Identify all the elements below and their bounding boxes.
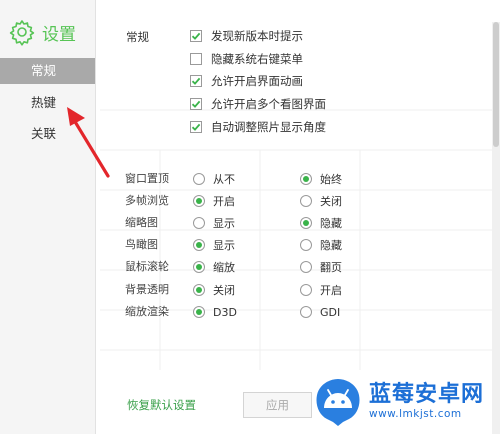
option-label-thumbnail: 缩略图 bbox=[125, 216, 158, 229]
radio-indicator[interactable] bbox=[193, 239, 205, 251]
radio-indicator[interactable] bbox=[193, 173, 205, 185]
radio-label: 隐藏 bbox=[320, 217, 342, 230]
checkbox-label: 隐藏系统右键菜单 bbox=[211, 52, 303, 66]
radio-label: 始终 bbox=[320, 173, 342, 186]
radio-indicator[interactable] bbox=[300, 261, 312, 273]
radio-label: 显示 bbox=[213, 217, 235, 230]
radio-label: 缩放 bbox=[213, 261, 235, 274]
sidebar-item-label: 热键 bbox=[31, 95, 57, 110]
radio-bg-transparent-off[interactable]: 关闭 bbox=[193, 281, 235, 299]
brand-name: 蓝莓安卓网 bbox=[369, 382, 485, 407]
radio-always-on-top-never[interactable]: 从不 bbox=[193, 170, 235, 188]
brand-watermark: 蓝莓安卓网 www.lmkjst.com bbox=[313, 375, 484, 427]
sidebar: 设置 常规 热键 关联 bbox=[0, 0, 96, 434]
radio-thumbnail-hide[interactable]: 隐藏 bbox=[300, 214, 342, 232]
radio-label: 关闭 bbox=[213, 284, 235, 297]
radio-indicator[interactable] bbox=[193, 261, 205, 273]
checkbox-box[interactable] bbox=[190, 98, 202, 110]
radio-zoom-render-d3d[interactable]: D3D bbox=[193, 303, 237, 321]
checkbox-auto-rotate[interactable]: 自动调整照片显示角度 bbox=[190, 118, 326, 136]
sidebar-item-general[interactable]: 常规 bbox=[0, 58, 95, 84]
radio-label: D3D bbox=[213, 305, 237, 319]
check-icon bbox=[191, 123, 201, 131]
radio-zoom-render-gdi[interactable]: GDI bbox=[300, 303, 340, 321]
radio-multi-frame-off[interactable]: 关闭 bbox=[300, 192, 342, 210]
checkbox-box[interactable] bbox=[190, 121, 202, 133]
radio-indicator[interactable] bbox=[300, 173, 312, 185]
radio-indicator[interactable] bbox=[193, 284, 205, 296]
check-icon bbox=[191, 77, 201, 85]
radio-indicator[interactable] bbox=[193, 195, 205, 207]
checkbox-label: 自动调整照片显示角度 bbox=[211, 120, 326, 134]
checkbox-label: 允许开启界面动画 bbox=[211, 74, 303, 88]
checkbox-hide-context-menu[interactable]: 隐藏系统右键菜单 bbox=[190, 50, 303, 68]
radio-label: 开启 bbox=[213, 195, 235, 208]
checkbox-box[interactable] bbox=[190, 75, 202, 87]
radio-label: 开启 bbox=[320, 284, 342, 297]
settings-title: 设置 bbox=[42, 24, 76, 45]
brand-url: www.lmkjst.com bbox=[369, 408, 462, 420]
sidebar-item-label: 常规 bbox=[31, 63, 57, 78]
radio-label: 翻页 bbox=[320, 261, 342, 274]
radio-indicator[interactable] bbox=[300, 239, 312, 251]
option-label-always-on-top: 窗口置顶 bbox=[125, 172, 169, 185]
check-icon bbox=[191, 100, 201, 108]
radio-bg-transparent-on[interactable]: 开启 bbox=[300, 281, 342, 299]
radio-always-on-top-always[interactable]: 始终 bbox=[300, 170, 342, 188]
radio-thumbnail-show[interactable]: 显示 bbox=[193, 214, 235, 232]
radio-birdseye-show[interactable]: 显示 bbox=[193, 236, 235, 254]
option-label-birdseye: 鸟瞰图 bbox=[125, 238, 158, 251]
scrollbar-thumb[interactable] bbox=[493, 22, 499, 147]
radio-indicator[interactable] bbox=[193, 217, 205, 229]
radio-label: 显示 bbox=[213, 239, 235, 252]
radio-indicator[interactable] bbox=[300, 195, 312, 207]
checkbox-multi-viewer[interactable]: 允许开启多个看图界面 bbox=[190, 95, 326, 113]
radio-indicator[interactable] bbox=[300, 306, 312, 318]
radio-indicator[interactable] bbox=[193, 306, 205, 318]
radio-mouse-wheel-zoom[interactable]: 缩放 bbox=[193, 258, 235, 276]
gear-icon bbox=[9, 20, 35, 46]
restore-defaults-link[interactable]: 恢复默认设置 bbox=[127, 397, 196, 413]
radio-label: 关闭 bbox=[320, 195, 342, 208]
brand-text: 蓝莓安卓网 www.lmkjst.com bbox=[369, 382, 484, 420]
radio-label: 从不 bbox=[213, 173, 235, 186]
option-label-multi-frame: 多帧浏览 bbox=[125, 194, 169, 207]
radio-indicator[interactable] bbox=[300, 217, 312, 229]
check-icon bbox=[191, 32, 201, 40]
checkbox-update-notify[interactable]: 发现新版本时提示 bbox=[190, 27, 303, 45]
vertical-scrollbar[interactable] bbox=[492, 22, 500, 434]
option-label-zoom-render: 缩放渲染 bbox=[125, 305, 169, 318]
option-label-mouse-wheel: 鼠标滚轮 bbox=[125, 260, 169, 273]
sidebar-item-label: 关联 bbox=[31, 126, 57, 141]
checkbox-label: 发现新版本时提示 bbox=[211, 29, 303, 43]
apply-button[interactable]: 应用 bbox=[243, 392, 312, 418]
option-label-bg-transparent: 背景透明 bbox=[125, 283, 169, 296]
radio-label: 隐藏 bbox=[320, 239, 342, 252]
checkbox-label: 允许开启多个看图界面 bbox=[211, 97, 326, 111]
settings-logo: 设置 bbox=[8, 18, 76, 46]
checkbox-ui-animation[interactable]: 允许开启界面动画 bbox=[190, 72, 303, 90]
radio-indicator[interactable] bbox=[300, 284, 312, 296]
radio-label: GDI bbox=[320, 305, 341, 319]
radio-mouse-wheel-page[interactable]: 翻页 bbox=[300, 258, 342, 276]
radio-multi-frame-on[interactable]: 开启 bbox=[193, 192, 235, 210]
radio-birdseye-hide[interactable]: 隐藏 bbox=[300, 236, 342, 254]
checkbox-box[interactable] bbox=[190, 53, 202, 65]
android-robot-icon bbox=[316, 379, 360, 426]
section-label-general: 常规 bbox=[126, 30, 149, 44]
checkbox-box[interactable] bbox=[190, 30, 202, 42]
